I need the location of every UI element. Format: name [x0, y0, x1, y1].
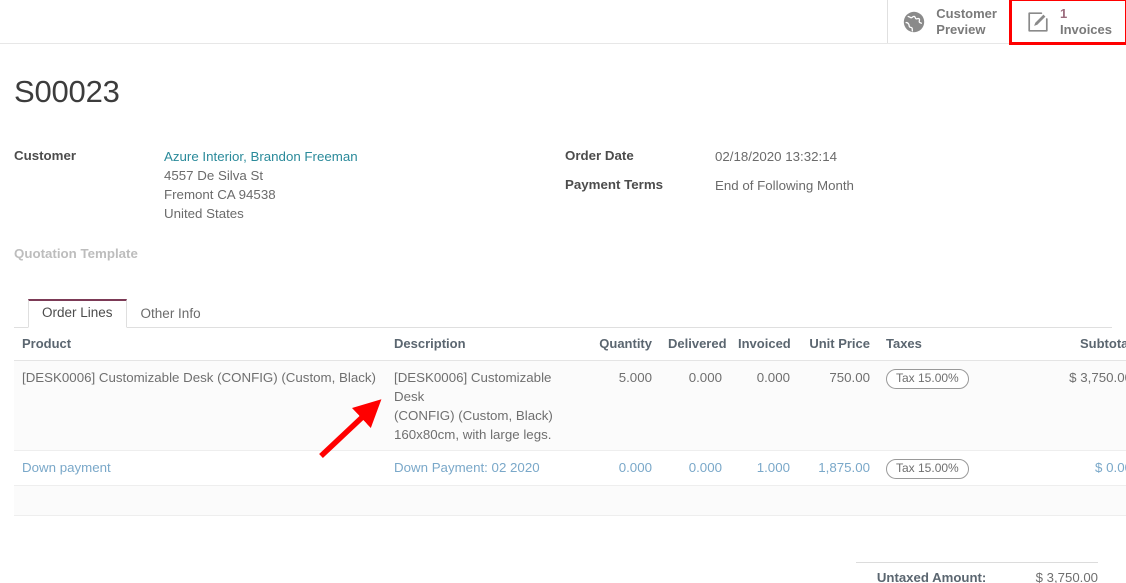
order-lines-header-row: Product Description Quantity Delivered I… — [14, 328, 1126, 361]
cell-taxes[interactable]: Tax 15.00% — [878, 451, 974, 486]
invoices-count: 1 — [1060, 6, 1112, 21]
order-date-label: Order Date — [565, 147, 715, 163]
order-date-value[interactable]: 02/18/2020 13:32:14 — [715, 147, 837, 166]
header-fields-left-column: Customer Azure Interior, Brandon Freeman… — [14, 147, 565, 269]
cell-delivered[interactable]: 0.000 — [660, 361, 730, 451]
invoices-button[interactable]: 1 Invoices — [1011, 0, 1126, 43]
customer-address-line-3: United States — [164, 204, 358, 223]
header-fields-right-column: Order Date 02/18/2020 13:32:14 Payment T… — [565, 147, 1112, 269]
cell-quantity[interactable]: 0.000 — [588, 451, 660, 486]
notebook-tabs: Order Lines Other Info — [14, 299, 1112, 328]
column-header-invoiced: Invoiced — [730, 328, 798, 361]
description-line-1: Down Payment: 02 2020 — [394, 458, 580, 477]
column-header-unit-price: Unit Price — [798, 328, 878, 361]
pencil-square-icon — [1025, 9, 1051, 35]
customer-address-line-1: 4557 De Silva St — [164, 166, 358, 185]
column-header-description: Description — [386, 328, 588, 361]
customer-address-line-2: Fremont CA 94538 — [164, 185, 358, 204]
payment-terms-label: Payment Terms — [565, 176, 715, 192]
invoices-label-group: 1 Invoices — [1060, 6, 1112, 37]
tab-other-info[interactable]: Other Info — [127, 300, 215, 328]
tax-badge: Tax 15.00% — [886, 459, 969, 479]
order-date-field-row: Order Date 02/18/2020 13:32:14 — [565, 147, 1112, 171]
cell-subtotal: $ 0.00 — [974, 451, 1126, 486]
customer-field-row: Customer Azure Interior, Brandon Freeman… — [14, 147, 565, 223]
table-row[interactable]: Down payment Down Payment: 02 2020 0.000… — [14, 451, 1126, 486]
cell-subtotal: $ 3,750.00 — [974, 361, 1126, 451]
cell-description[interactable]: [DESK0006] Customizable Desk (CONFIG) (C… — [386, 361, 588, 451]
column-header-delivered: Delivered — [660, 328, 730, 361]
stat-button-bar: Customer Preview 1 Invoices — [0, 0, 1126, 44]
tax-badge: Tax 15.00% — [886, 369, 969, 389]
customer-value: Azure Interior, Brandon Freeman 4557 De … — [164, 147, 358, 223]
customer-label: Customer — [14, 147, 164, 163]
cell-description[interactable]: Down Payment: 02 2020 — [386, 451, 588, 486]
untaxed-amount-row: Untaxed Amount: $ 3,750.00 — [856, 563, 1098, 583]
untaxed-amount-label: Untaxed Amount: — [856, 563, 998, 583]
order-lines-table: Product Description Quantity Delivered I… — [14, 328, 1126, 516]
column-header-quantity: Quantity — [588, 328, 660, 361]
totals-table: Untaxed Amount: $ 3,750.00 Taxes: $ 562.… — [856, 562, 1098, 583]
cell-unit-price[interactable]: 1,875.00 — [798, 451, 878, 486]
cell-delivered[interactable]: 0.000 — [660, 451, 730, 486]
customer-name-link[interactable]: Azure Interior, Brandon Freeman — [164, 147, 358, 166]
field-spacer — [14, 223, 565, 245]
notebook: Order Lines Other Info Product Descripti… — [14, 299, 1112, 516]
description-line-2: (CONFIG) (Custom, Black) — [394, 406, 580, 425]
cell-product[interactable]: Down payment — [14, 451, 386, 486]
globe-icon — [901, 9, 927, 35]
order-lines-body: [DESK0006] Customizable Desk (CONFIG) (C… — [14, 361, 1126, 516]
quotation-template-label: Quotation Template — [14, 245, 164, 261]
cell-unit-price[interactable]: 750.00 — [798, 361, 878, 451]
customer-preview-label-group: Customer Preview — [936, 6, 997, 37]
table-row[interactable]: [DESK0006] Customizable Desk (CONFIG) (C… — [14, 361, 1126, 451]
cell-quantity[interactable]: 5.000 — [588, 361, 660, 451]
header-fields: Customer Azure Interior, Brandon Freeman… — [14, 147, 1112, 269]
description-line-1: [DESK0006] Customizable Desk — [394, 368, 580, 406]
column-header-subtotal: Subtotal — [974, 328, 1126, 361]
cell-invoiced[interactable]: 0.000 — [730, 361, 798, 451]
quotation-template-field-row: Quotation Template — [14, 245, 565, 269]
column-header-product: Product — [14, 328, 386, 361]
customer-preview-button[interactable]: Customer Preview — [887, 0, 1011, 43]
tab-order-lines[interactable]: Order Lines — [28, 299, 127, 328]
description-line-3: 160x80cm, with large legs. — [394, 425, 580, 444]
payment-terms-value[interactable]: End of Following Month — [715, 176, 854, 195]
empty-line-row[interactable] — [14, 486, 1126, 516]
cell-invoiced[interactable]: 1.000 — [730, 451, 798, 486]
order-sheet: S00023 Customer Azure Interior, Brandon … — [0, 44, 1126, 583]
customer-preview-line2: Preview — [936, 22, 997, 37]
totals-section: Untaxed Amount: $ 3,750.00 Taxes: $ 562.… — [14, 562, 1112, 583]
untaxed-amount-value: $ 3,750.00 — [998, 563, 1098, 583]
cell-product[interactable]: [DESK0006] Customizable Desk (CONFIG) (C… — [14, 361, 386, 451]
order-lines-header: Product Description Quantity Delivered I… — [14, 328, 1126, 361]
payment-terms-field-row: Payment Terms End of Following Month — [565, 176, 1112, 200]
invoices-label: Invoices — [1060, 22, 1112, 37]
cell-taxes[interactable]: Tax 15.00% — [878, 361, 974, 451]
customer-preview-line1: Customer — [936, 6, 997, 21]
page-title: S00023 — [14, 74, 1112, 110]
empty-line-cell[interactable] — [14, 486, 1126, 516]
column-header-taxes: Taxes — [878, 328, 974, 361]
